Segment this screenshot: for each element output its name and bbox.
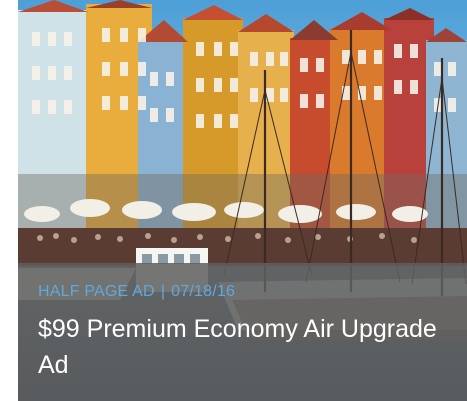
ad-card[interactable]: HALF PAGE AD | 07/18/16 $99 Premium Econom… [18,0,467,401]
page: HALF PAGE AD | 07/18/16 $99 Premium Econom… [0,0,467,401]
ad-date: 07/18/16 [171,283,236,300]
ad-meta: HALF PAGE AD | 07/18/16 [38,283,235,301]
ad-category: HALF PAGE AD [38,283,155,300]
ad-title[interactable]: $99 Premium Economy Air Upgrade Ad [38,311,438,383]
meta-separator: | [160,283,166,300]
